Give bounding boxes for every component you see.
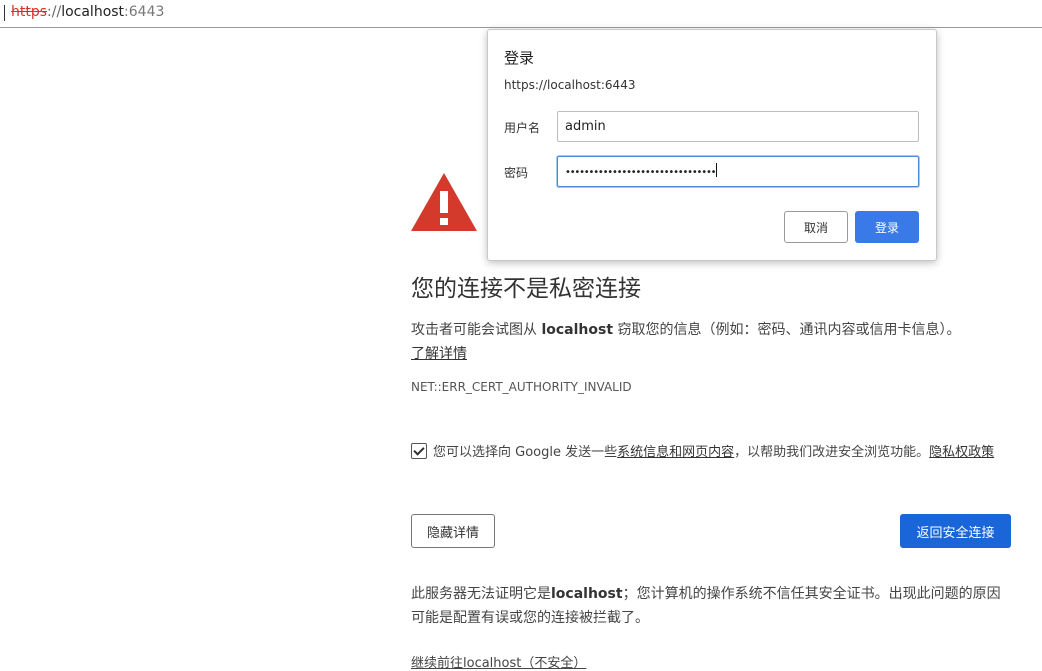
warning-triangle-icon	[411, 173, 477, 231]
url-host: localhost	[61, 4, 125, 20]
login-button[interactable]: 登录	[855, 211, 919, 243]
details-host: localhost	[551, 586, 623, 602]
url-scheme-insecure: https	[11, 4, 48, 20]
password-label: 密码	[504, 166, 529, 180]
optin-middle: ，以帮助我们改进安全浏览功能。	[734, 445, 930, 460]
attack-description: 攻击者可能会试图从 localhost 窃取您的信息（例如：密码、通讯内容或信用…	[411, 318, 1011, 366]
error-code: NET::ERR_CERT_AUTHORITY_INVALID	[411, 380, 632, 394]
details-explanation: 此服务器无法证明它是localhost；您计算机的操作系统不信任其安全证书。出现…	[411, 582, 1011, 630]
optin-prefix: 您可以选择向 Google 发送一些	[433, 445, 618, 460]
password-field[interactable]: ••••••••••••••••••••••••••••••••	[557, 156, 919, 187]
address-bar[interactable]: https://localhost:6443	[0, 0, 1042, 28]
text-caret	[4, 5, 5, 21]
username-field[interactable]: admin	[557, 111, 919, 142]
description-host: localhost	[541, 322, 614, 338]
back-to-safety-button[interactable]: 返回安全连接	[900, 514, 1011, 548]
dialog-url: https://localhost:6443	[504, 78, 636, 92]
text-caret	[716, 163, 718, 177]
details-prefix: 此服务器无法证明它是	[411, 586, 551, 602]
dialog-title: 登录	[504, 49, 535, 67]
description-suffix: 窃取您的信息（例如：密码、通讯内容或信用卡信息）。	[617, 322, 961, 338]
learn-more-link[interactable]: 了解详情	[411, 346, 467, 362]
address-url[interactable]: https://localhost:6443	[11, 4, 164, 20]
url-port: :6443	[124, 4, 165, 20]
username-label: 用户名	[504, 121, 541, 135]
username-value: admin	[565, 119, 606, 134]
description-prefix: 攻击者可能会试图从	[411, 322, 537, 338]
privacy-policy-link[interactable]: 隐私权政策	[929, 445, 994, 460]
url-separator: ://	[47, 4, 62, 20]
password-mask: ••••••••••••••••••••••••••••••••	[565, 167, 717, 178]
cancel-button[interactable]: 取消	[784, 211, 848, 243]
system-info-link[interactable]: 系统信息和网页内容	[617, 445, 734, 460]
login-dialog: 登录 https://localhost:6443 用户名 admin 密码 •…	[487, 29, 937, 261]
optin-checkbox[interactable]	[411, 443, 427, 459]
safe-browsing-optin: 您可以选择向 Google 发送一些系统信息和网页内容，以帮助我们改进安全浏览功…	[411, 441, 1031, 460]
hide-details-button[interactable]: 隐藏详情	[411, 514, 495, 548]
page-title: 您的连接不是私密连接	[411, 276, 641, 302]
